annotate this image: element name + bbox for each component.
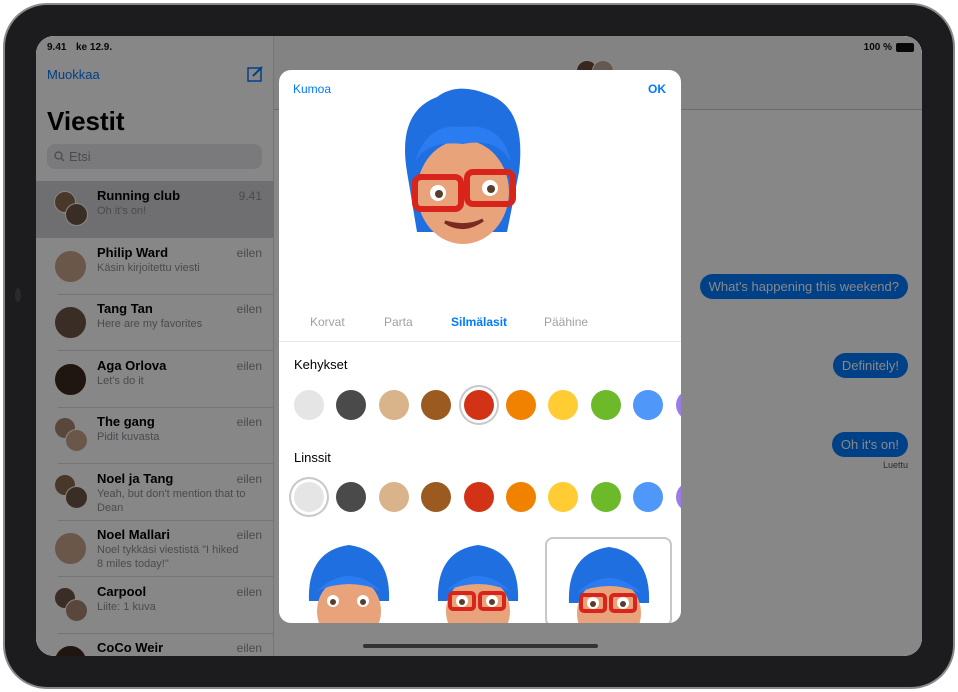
frame-color-swatch[interactable] bbox=[506, 390, 536, 420]
memoji-editor: Kumoa OK Korvat Parta Silmälasit Päähine… bbox=[279, 70, 681, 623]
lens-color-swatch[interactable] bbox=[548, 482, 579, 512]
frames-label: Kehykset bbox=[294, 357, 348, 372]
category-tabs: Korvat Parta Silmälasit Päähine bbox=[279, 306, 681, 342]
screen: 9.41 ke 12.9. Muokkaa Viestit Etsi Runni… bbox=[36, 36, 922, 656]
tab-korvat[interactable]: Korvat bbox=[310, 315, 345, 329]
tab-paahine[interactable]: Päähine bbox=[544, 315, 588, 329]
frame-color-swatch[interactable] bbox=[590, 390, 621, 420]
cancel-button[interactable]: Kumoa bbox=[293, 82, 331, 96]
glasses-style-option[interactable] bbox=[545, 537, 672, 623]
lens-color-swatch[interactable] bbox=[675, 482, 681, 512]
lens-color-swatch[interactable] bbox=[421, 482, 452, 512]
lens-color-swatch[interactable] bbox=[378, 482, 409, 512]
lens-color-swatch[interactable] bbox=[463, 482, 494, 512]
frame-color-swatch[interactable] bbox=[675, 390, 681, 420]
lens-color-swatch[interactable] bbox=[336, 482, 367, 512]
frame-color-swatch[interactable] bbox=[294, 390, 324, 420]
frame-color-swatch[interactable] bbox=[378, 390, 409, 420]
home-indicator[interactable] bbox=[363, 644, 598, 648]
ok-button[interactable]: OK bbox=[648, 82, 666, 96]
memoji-preview bbox=[405, 88, 521, 244]
lens-color-swatch[interactable] bbox=[506, 482, 536, 512]
lens-color-swatch[interactable] bbox=[633, 482, 664, 512]
frame-color-swatch[interactable] bbox=[463, 390, 494, 420]
frame-color-swatch[interactable] bbox=[336, 390, 367, 420]
lenses-label: Linssit bbox=[294, 450, 331, 465]
glasses-style-option[interactable] bbox=[416, 537, 543, 623]
camera bbox=[15, 288, 21, 302]
glasses-style-option[interactable] bbox=[287, 537, 414, 623]
frame-color-swatch[interactable] bbox=[421, 390, 452, 420]
frame-color-swatch[interactable] bbox=[633, 390, 664, 420]
tab-silmalasit[interactable]: Silmälasit bbox=[451, 315, 507, 329]
frame-color-swatch[interactable] bbox=[548, 390, 579, 420]
lens-color-swatch[interactable] bbox=[294, 482, 324, 512]
tab-parta[interactable]: Parta bbox=[384, 315, 413, 329]
lens-color-swatch[interactable] bbox=[590, 482, 621, 512]
